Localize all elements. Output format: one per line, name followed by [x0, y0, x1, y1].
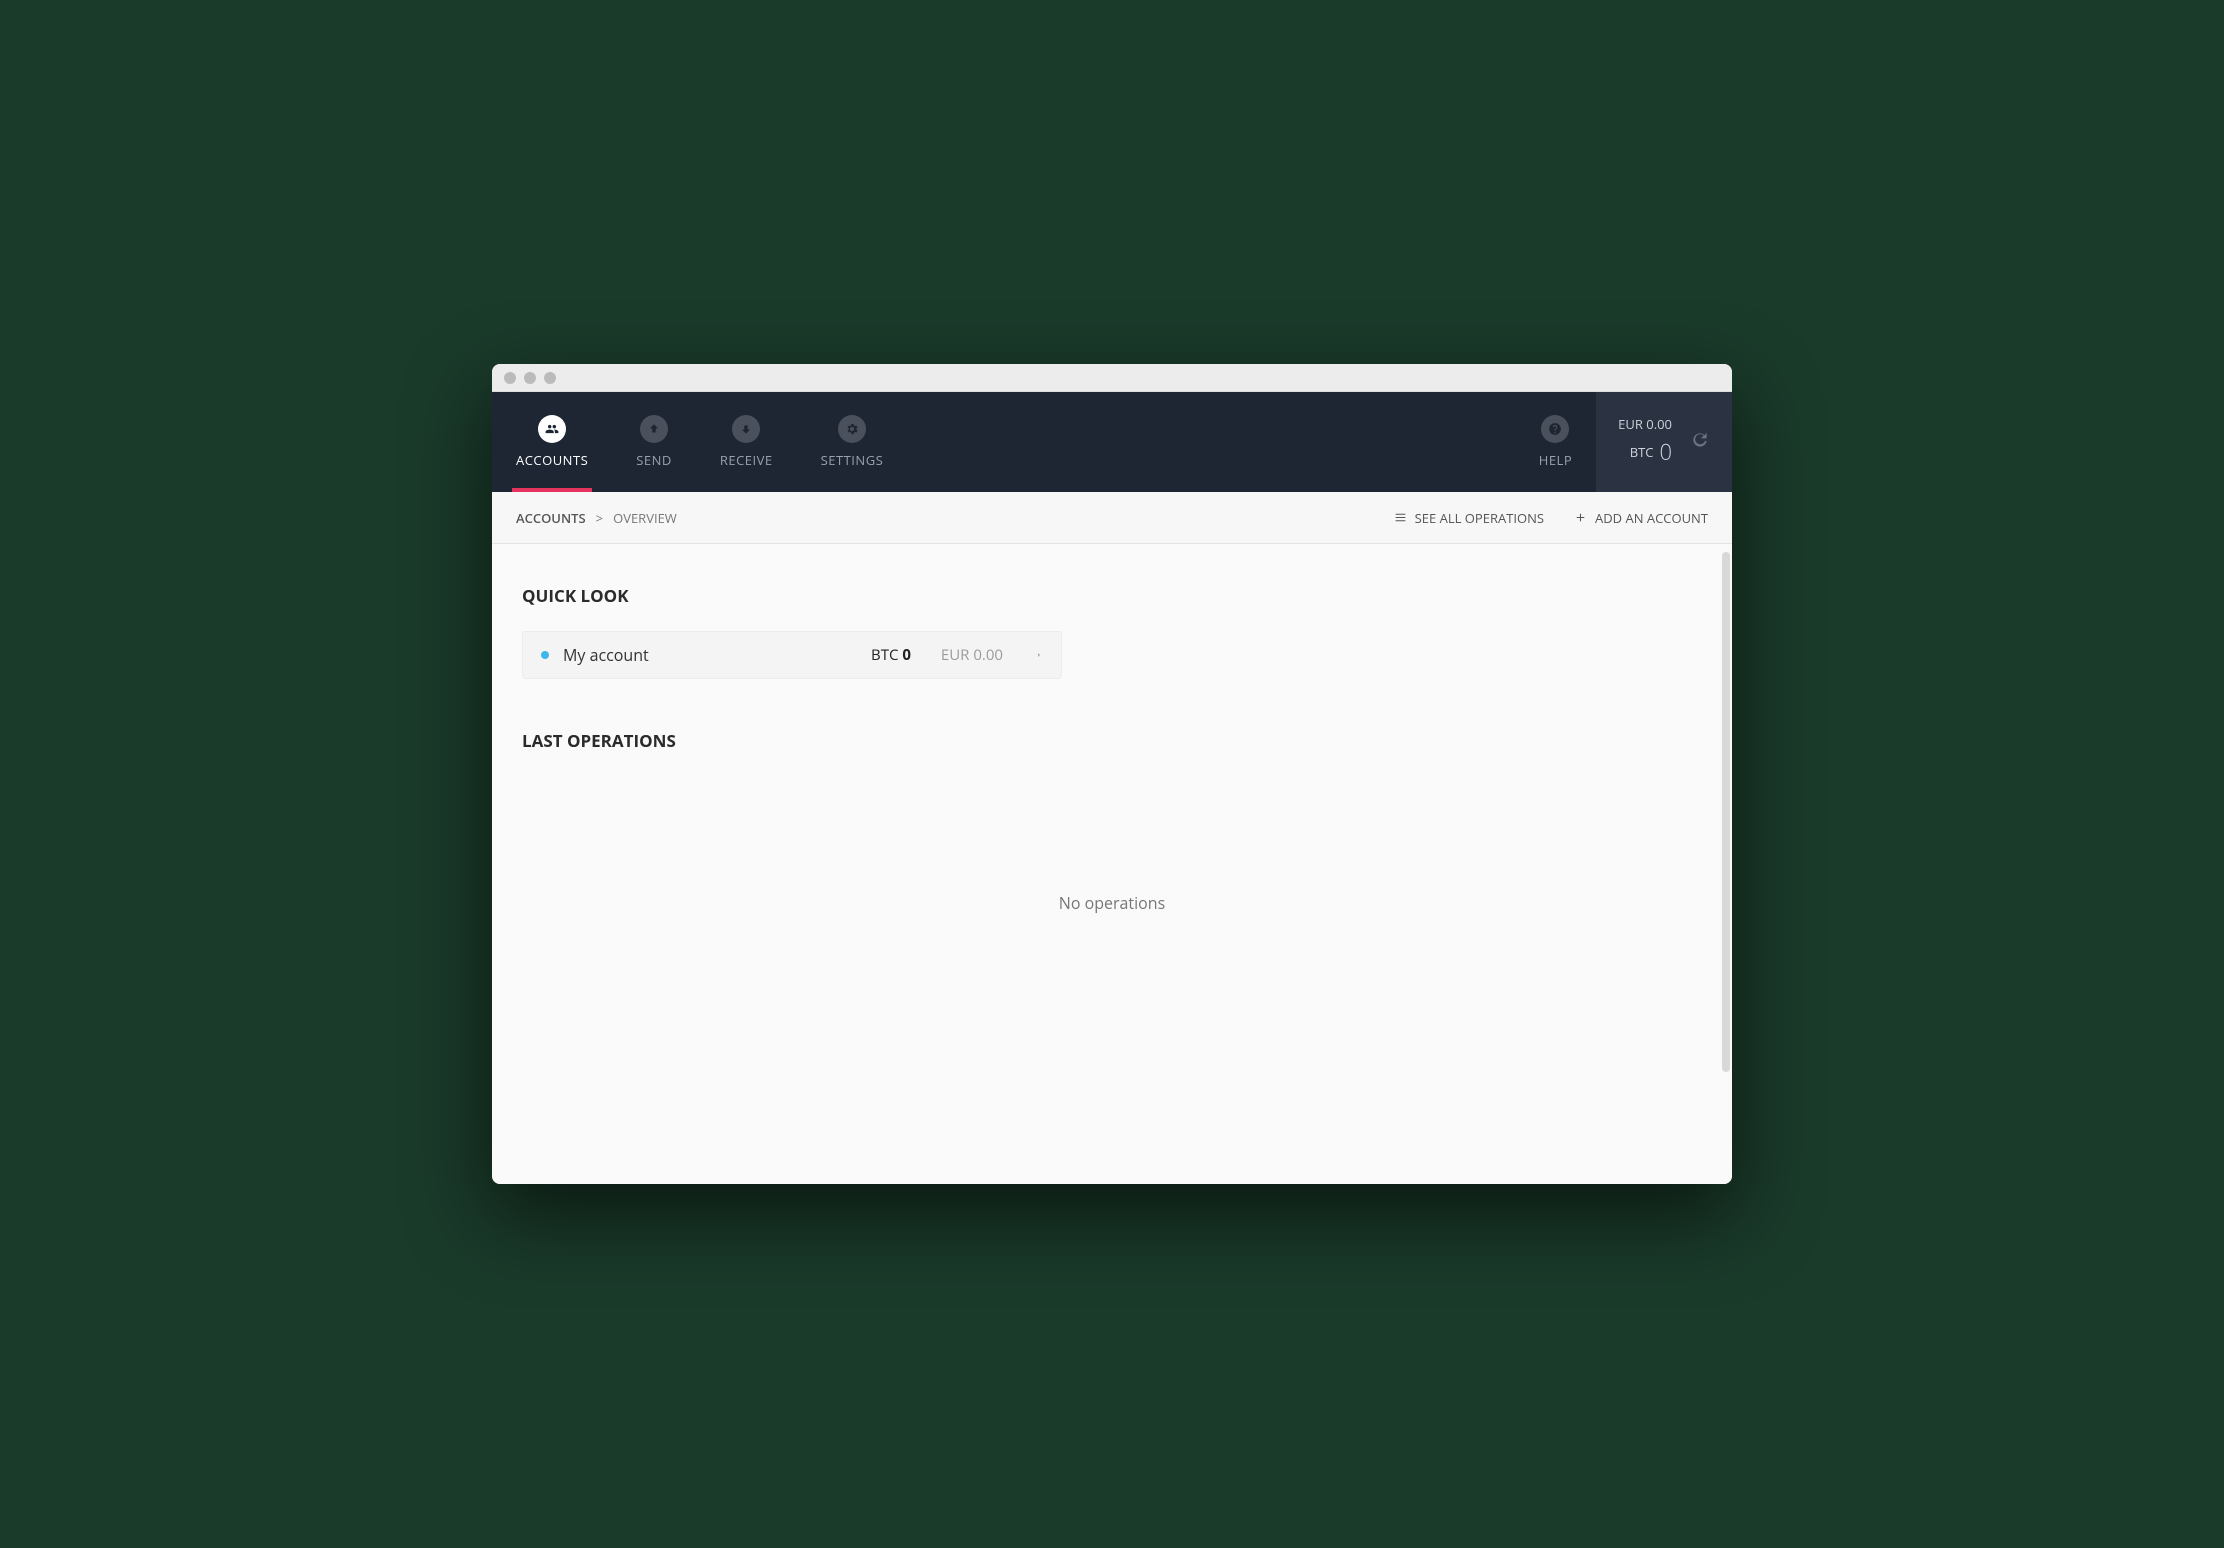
- balance-text: EUR 0.00 BTC 0: [1618, 414, 1672, 470]
- empty-operations-message: No operations: [522, 892, 1702, 914]
- see-all-operations-button[interactable]: SEE ALL OPERATIONS: [1394, 509, 1544, 527]
- breadcrumb-root[interactable]: ACCOUNTS: [516, 509, 586, 527]
- send-icon: [640, 415, 668, 443]
- nav-left-group: ACCOUNTS SEND RECEIVE SETTINGS: [492, 392, 907, 492]
- balance-fiat: EUR 0.00: [1618, 414, 1672, 435]
- account-btc-balance: BTC 0: [871, 645, 911, 665]
- nav-tab-label: SETTINGS: [821, 451, 884, 469]
- nav-right-group: HELP EUR 0.00 BTC 0: [1515, 392, 1732, 492]
- nav-tab-label: ACCOUNTS: [516, 451, 588, 469]
- plus-icon: [1574, 511, 1587, 524]
- account-name: My account: [563, 644, 649, 666]
- help-icon: [1541, 415, 1569, 443]
- nav-tab-send[interactable]: SEND: [612, 392, 696, 492]
- account-status-dot: [541, 651, 549, 659]
- add-account-button[interactable]: ADD AN ACCOUNT: [1574, 509, 1708, 527]
- balance-crypto-label: BTC: [1630, 442, 1654, 463]
- window-titlebar: [492, 364, 1732, 392]
- action-label: ADD AN ACCOUNT: [1595, 509, 1708, 527]
- settings-icon: [838, 415, 866, 443]
- action-label: SEE ALL OPERATIONS: [1415, 509, 1544, 527]
- accounts-icon: [538, 415, 566, 443]
- refresh-button[interactable]: [1690, 430, 1710, 455]
- scrollbar[interactable]: [1722, 552, 1730, 1072]
- balance-panel: EUR 0.00 BTC 0: [1596, 392, 1732, 492]
- nav-tab-label: SEND: [636, 451, 672, 469]
- main-navbar: ACCOUNTS SEND RECEIVE SETTINGS: [492, 392, 1732, 492]
- window-minimize-dot[interactable]: [524, 372, 536, 384]
- list-icon: [1394, 511, 1407, 524]
- main-content: QUICK LOOK My account BTC 0 EUR 0.00 LAS…: [492, 544, 1732, 1184]
- receive-icon: [732, 415, 760, 443]
- section-title-quick-look: QUICK LOOK: [522, 584, 1702, 607]
- nav-tab-settings[interactable]: SETTINGS: [797, 392, 908, 492]
- sub-toolbar: ACCOUNTS > OVERVIEW SEE ALL OPERATIONS A…: [492, 492, 1732, 544]
- nav-tab-label: RECEIVE: [720, 451, 773, 469]
- nav-tab-accounts[interactable]: ACCOUNTS: [492, 392, 612, 492]
- window-maximize-dot[interactable]: [544, 372, 556, 384]
- section-title-last-operations: LAST OPERATIONS: [522, 729, 1702, 752]
- chevron-right-icon: [1035, 644, 1043, 666]
- account-row[interactable]: My account BTC 0 EUR 0.00: [522, 631, 1062, 679]
- nav-tab-help[interactable]: HELP: [1515, 392, 1596, 492]
- nav-tab-receive[interactable]: RECEIVE: [696, 392, 797, 492]
- breadcrumb-current: OVERVIEW: [613, 509, 677, 527]
- window-close-dot[interactable]: [504, 372, 516, 384]
- account-eur-balance: EUR 0.00: [941, 645, 1003, 665]
- balance-crypto-value: 0: [1659, 435, 1672, 470]
- nav-tab-label: HELP: [1539, 451, 1572, 469]
- app-window: ACCOUNTS SEND RECEIVE SETTINGS: [492, 364, 1732, 1184]
- breadcrumb: ACCOUNTS > OVERVIEW: [516, 509, 677, 527]
- breadcrumb-separator: >: [596, 509, 603, 527]
- subbar-actions: SEE ALL OPERATIONS ADD AN ACCOUNT: [1394, 509, 1708, 527]
